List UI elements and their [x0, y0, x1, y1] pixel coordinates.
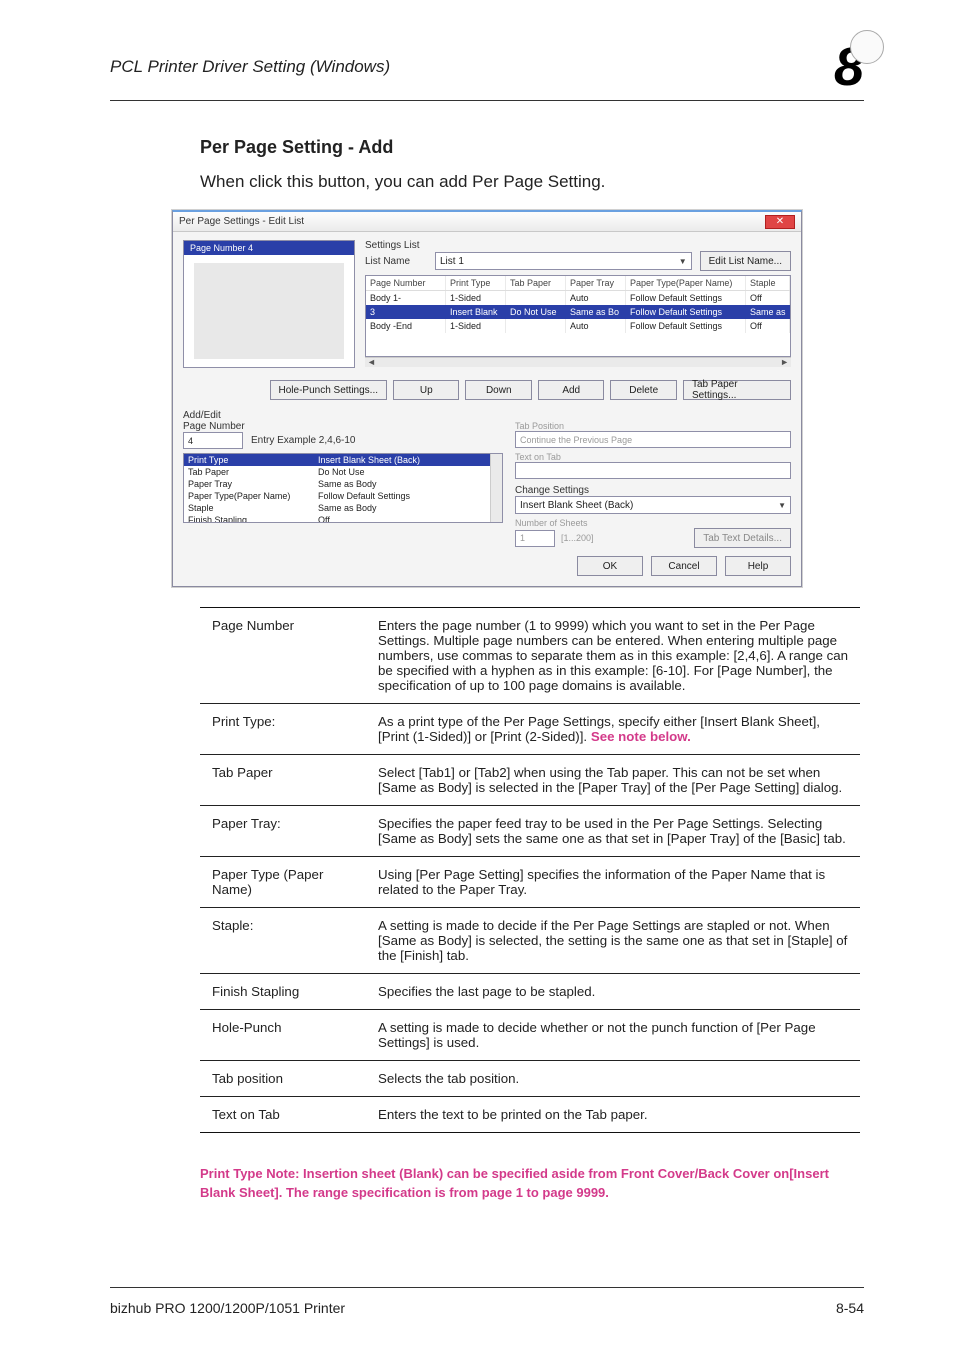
table-row: Tab Paper Select [Tab1] or [Tab2] when u…: [200, 755, 860, 806]
def-val: A setting is made to decide if the Per P…: [370, 908, 860, 974]
def-val: Select [Tab1] or [Tab2] when using the T…: [370, 755, 860, 806]
list-item: Tab PaperDo Not Use: [184, 466, 502, 478]
def-val: Specifies the paper feed tray to be used…: [370, 806, 860, 857]
table-row: Text on Tab Enters the text to be printe…: [200, 1097, 860, 1133]
number-sheets-stepper: 1: [515, 530, 555, 547]
table-row: Staple: A setting is made to decide if t…: [200, 908, 860, 974]
entry-example-label: Entry Example 2,4,6-10: [251, 435, 356, 446]
page-header: PCL Printer Driver Setting (Windows) 8: [110, 40, 864, 101]
tab-position-label: Tab Position: [515, 421, 791, 431]
list-item: Print TypeInsert Blank Sheet (Back): [184, 454, 502, 466]
footer-right: 8-54: [836, 1300, 864, 1316]
list-name-label: List Name: [365, 256, 427, 267]
grid-col-4: Paper Type(Paper Name): [626, 276, 746, 290]
hole-punch-settings-button[interactable]: Hole-Punch Settings...: [270, 380, 388, 400]
preview-frame: Page Number 4: [183, 240, 355, 368]
def-val: Selects the tab position.: [370, 1061, 860, 1097]
change-settings-dropdown[interactable]: Insert Blank Sheet (Back): [515, 496, 791, 514]
corner-circle: [850, 30, 884, 64]
list-name-value: List 1: [440, 256, 464, 267]
add-button[interactable]: Add: [538, 380, 604, 400]
def-key: Paper Tray:: [200, 806, 370, 857]
delete-button[interactable]: Delete: [610, 380, 676, 400]
list-name-dropdown[interactable]: List 1: [435, 252, 692, 270]
table-row: Paper Type (Paper Name) Using [Per Page …: [200, 857, 860, 908]
settings-grid[interactable]: Page Number Print Type Tab Paper Paper T…: [365, 275, 791, 357]
def-val: A setting is made to decide whether or n…: [370, 1010, 860, 1061]
table-row: Tab position Selects the tab position.: [200, 1061, 860, 1097]
page-number-input[interactable]: 4: [183, 432, 243, 449]
text-on-tab-input: [515, 462, 791, 479]
section-intro: When click this button, you can add Per …: [200, 172, 864, 192]
list-item: Paper Type(Paper Name)Follow Default Set…: [184, 490, 502, 502]
def-key: Page Number: [200, 608, 370, 704]
grid-col-3: Paper Tray: [566, 276, 626, 290]
per-page-dialog: Per Page Settings - Edit List ✕ Page Num…: [172, 210, 802, 587]
tab-text-details-button: Tab Text Details...: [694, 528, 791, 548]
footer-divider: [110, 1287, 864, 1288]
def-key: Staple:: [200, 908, 370, 974]
table-row: Page Number Enters the page number (1 to…: [200, 608, 860, 704]
page-footer: bizhub PRO 1200/1200P/1051 Printer 8-54: [110, 1300, 864, 1316]
footer-left: bizhub PRO 1200/1200P/1051 Printer: [110, 1300, 345, 1316]
def-key: Tab position: [200, 1061, 370, 1097]
def-key: Print Type:: [200, 704, 370, 755]
dialog-titlebar: Per Page Settings - Edit List ✕: [173, 212, 801, 232]
number-sheets-range: [1...200]: [561, 533, 594, 543]
dialog-title: Per Page Settings - Edit List: [179, 216, 304, 227]
edit-list-name-button[interactable]: Edit List Name...: [700, 251, 791, 271]
text-on-tab-label: Text on Tab: [515, 452, 791, 462]
tab-paper-settings-button[interactable]: Tab Paper Settings...: [683, 380, 791, 400]
list-item: Paper TraySame as Body: [184, 478, 502, 490]
see-note-link[interactable]: See note below.: [591, 729, 691, 744]
def-key: Hole-Punch: [200, 1010, 370, 1061]
section-heading: Per Page Setting - Add: [200, 137, 864, 158]
def-key: Paper Type (Paper Name): [200, 857, 370, 908]
close-icon[interactable]: ✕: [765, 215, 795, 229]
property-list[interactable]: Print TypeInsert Blank Sheet (Back) Tab …: [183, 453, 503, 523]
tab-position-dropdown: Continue the Previous Page: [515, 431, 791, 448]
settings-list-label: Settings List: [365, 240, 791, 251]
grid-col-2: Tab Paper: [506, 276, 566, 290]
table-row: Finish Stapling Specifies the last page …: [200, 974, 860, 1010]
table-row[interactable]: Body 1- 1-Sided Auto Follow Default Sett…: [366, 291, 790, 305]
list-item: Finish StaplingOff: [184, 514, 502, 523]
grid-scrollbar[interactable]: [365, 357, 791, 367]
ok-button[interactable]: OK: [577, 556, 643, 576]
grid-col-0: Page Number: [366, 276, 446, 290]
up-button[interactable]: Up: [393, 380, 459, 400]
table-row: Paper Tray: Specifies the paper feed tra…: [200, 806, 860, 857]
def-val: Specifies the last page to be stapled.: [370, 974, 860, 1010]
def-key: Text on Tab: [200, 1097, 370, 1133]
settings-definition-table: Page Number Enters the page number (1 to…: [200, 607, 860, 1133]
list-item: StapleSame as Body: [184, 502, 502, 514]
page-number-label: Page Number: [183, 421, 503, 432]
table-row: Print Type: As a print type of the Per P…: [200, 704, 860, 755]
change-settings-label: Change Settings: [515, 485, 791, 496]
help-button[interactable]: Help: [725, 556, 791, 576]
def-val: Enters the text to be printed on the Tab…: [370, 1097, 860, 1133]
cancel-button[interactable]: Cancel: [651, 556, 717, 576]
table-row[interactable]: Body -End 1-Sided Auto Follow Default Se…: [366, 319, 790, 333]
header-title: PCL Printer Driver Setting (Windows): [110, 57, 390, 77]
table-row[interactable]: 3 Insert Blank Do Not Use Same as Bo Fol…: [366, 305, 790, 319]
def-key: Tab Paper: [200, 755, 370, 806]
print-type-note: Print Type Note: Insertion sheet (Blank)…: [200, 1165, 864, 1203]
def-val: As a print type of the Per Page Settings…: [370, 704, 860, 755]
add-edit-label: Add/Edit: [183, 410, 791, 421]
proplist-scrollbar[interactable]: [490, 454, 502, 522]
def-key: Finish Stapling: [200, 974, 370, 1010]
def-val: Using [Per Page Setting] specifies the i…: [370, 857, 860, 908]
preview-label: Page Number 4: [184, 241, 354, 255]
grid-col-1: Print Type: [446, 276, 506, 290]
number-sheets-label: Number of Sheets: [515, 518, 791, 528]
table-row: Hole-Punch A setting is made to decide w…: [200, 1010, 860, 1061]
grid-col-5: Staple: [746, 276, 790, 290]
def-val: Enters the page number (1 to 9999) which…: [370, 608, 860, 704]
down-button[interactable]: Down: [465, 380, 531, 400]
